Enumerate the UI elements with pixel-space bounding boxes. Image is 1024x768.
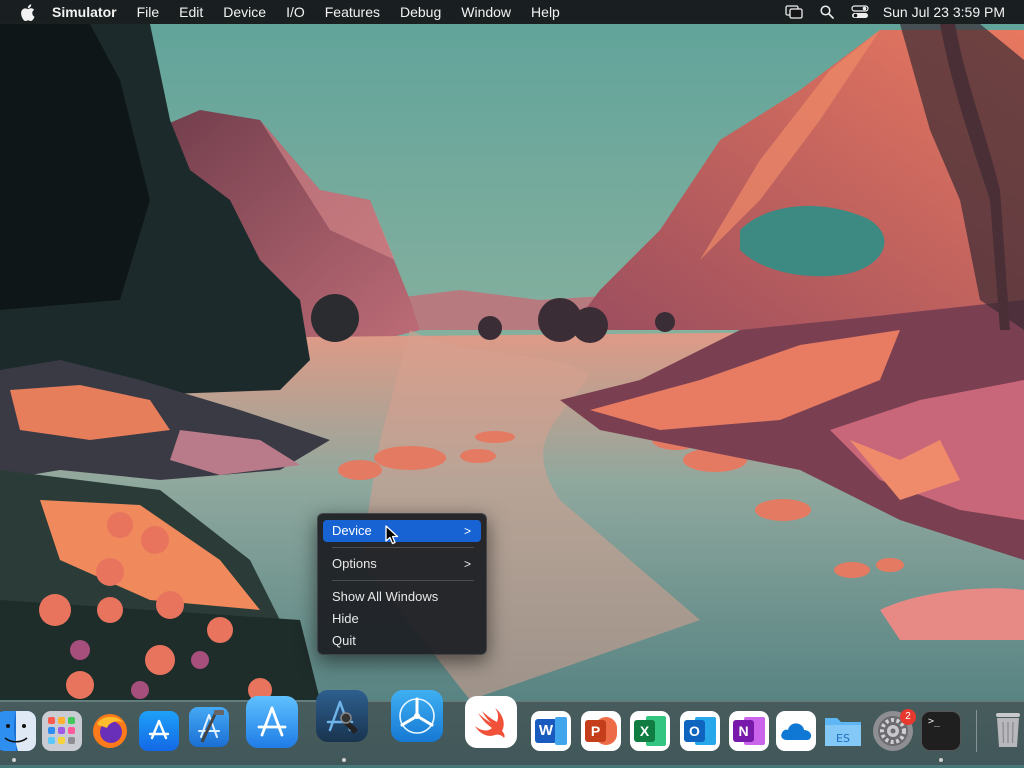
onenote-letter: N xyxy=(733,720,754,742)
onenote-icon[interactable]: N xyxy=(729,711,769,751)
context-menu-label: Device xyxy=(332,523,372,538)
folder-icon[interactable]: ES xyxy=(823,711,863,751)
excel-letter: X xyxy=(634,720,655,742)
powerpoint-letter: P xyxy=(585,720,606,742)
context-menu-label: Options xyxy=(332,556,377,571)
context-menu-item-device[interactable]: Device > xyxy=(323,520,481,542)
desktop-wallpaper xyxy=(0,0,1024,768)
menu-window[interactable]: Window xyxy=(452,0,522,24)
finder-icon[interactable] xyxy=(0,711,36,751)
trash-icon[interactable] xyxy=(988,709,1024,749)
terminal-icon[interactable]: >_ xyxy=(921,711,961,751)
context-menu-item-options[interactable]: Options > xyxy=(323,553,481,575)
simulator-icon[interactable] xyxy=(246,696,298,748)
context-menu-item-hide[interactable]: Hide xyxy=(323,608,481,630)
running-indicator xyxy=(12,758,16,762)
menu-help[interactable]: Help xyxy=(522,0,571,24)
menu-edit[interactable]: Edit xyxy=(170,0,214,24)
menu-separator xyxy=(332,547,474,548)
dock-context-menu: Device > Options > Show All Windows Hide… xyxy=(317,513,487,655)
context-menu-label: Show All Windows xyxy=(332,589,439,604)
mouse-cursor-icon xyxy=(385,525,399,545)
menu-io[interactable]: I/O xyxy=(277,0,316,24)
menu-bar-clock[interactable]: Sun Jul 23 3:59 PM xyxy=(883,4,1005,20)
powerpoint-icon[interactable]: P xyxy=(581,711,621,751)
instruments-icon[interactable] xyxy=(316,690,368,742)
control-center-icon[interactable] xyxy=(850,0,870,24)
running-indicator xyxy=(939,758,943,762)
xcode-icon[interactable] xyxy=(189,707,229,747)
testflight-icon[interactable] xyxy=(391,690,443,742)
context-menu-label: Hide xyxy=(332,611,359,626)
dock-separator xyxy=(976,710,977,752)
menu-debug[interactable]: Debug xyxy=(391,0,452,24)
menu-app-simulator[interactable]: Simulator xyxy=(52,0,128,24)
context-menu-label: Quit xyxy=(332,633,356,648)
menu-bar: Simulator File Edit Device I/O Features … xyxy=(0,0,1024,24)
screen-mirroring-icon[interactable] xyxy=(784,0,804,24)
firefox-icon[interactable] xyxy=(90,711,130,751)
word-letter: W xyxy=(535,719,557,743)
chevron-right-icon: > xyxy=(463,557,471,571)
notification-badge: 2 xyxy=(900,709,916,725)
excel-icon[interactable]: X xyxy=(630,711,670,751)
apple-menu-icon[interactable] xyxy=(18,0,36,24)
swift-icon[interactable] xyxy=(465,696,517,748)
onedrive-icon[interactable] xyxy=(776,711,816,751)
menu-device[interactable]: Device xyxy=(214,0,277,24)
outlook-icon[interactable]: O xyxy=(680,711,720,751)
app-store-icon[interactable] xyxy=(139,711,179,751)
outlook-letter: O xyxy=(684,720,705,742)
context-menu-item-quit[interactable]: Quit xyxy=(323,630,481,652)
menu-features[interactable]: Features xyxy=(316,0,391,24)
context-menu-item-show-all-windows[interactable]: Show All Windows xyxy=(323,586,481,608)
menu-file[interactable]: File xyxy=(128,0,171,24)
terminal-prompt: >_ xyxy=(928,716,941,727)
running-indicator xyxy=(342,758,346,762)
chevron-right-icon: > xyxy=(463,524,471,538)
menu-separator xyxy=(332,580,474,581)
word-icon[interactable]: W xyxy=(531,711,571,751)
word-pages-icon xyxy=(555,717,567,745)
spotlight-search-icon[interactable] xyxy=(817,0,837,24)
launchpad-icon[interactable] xyxy=(42,711,82,751)
svg-text:ES: ES xyxy=(836,732,850,745)
